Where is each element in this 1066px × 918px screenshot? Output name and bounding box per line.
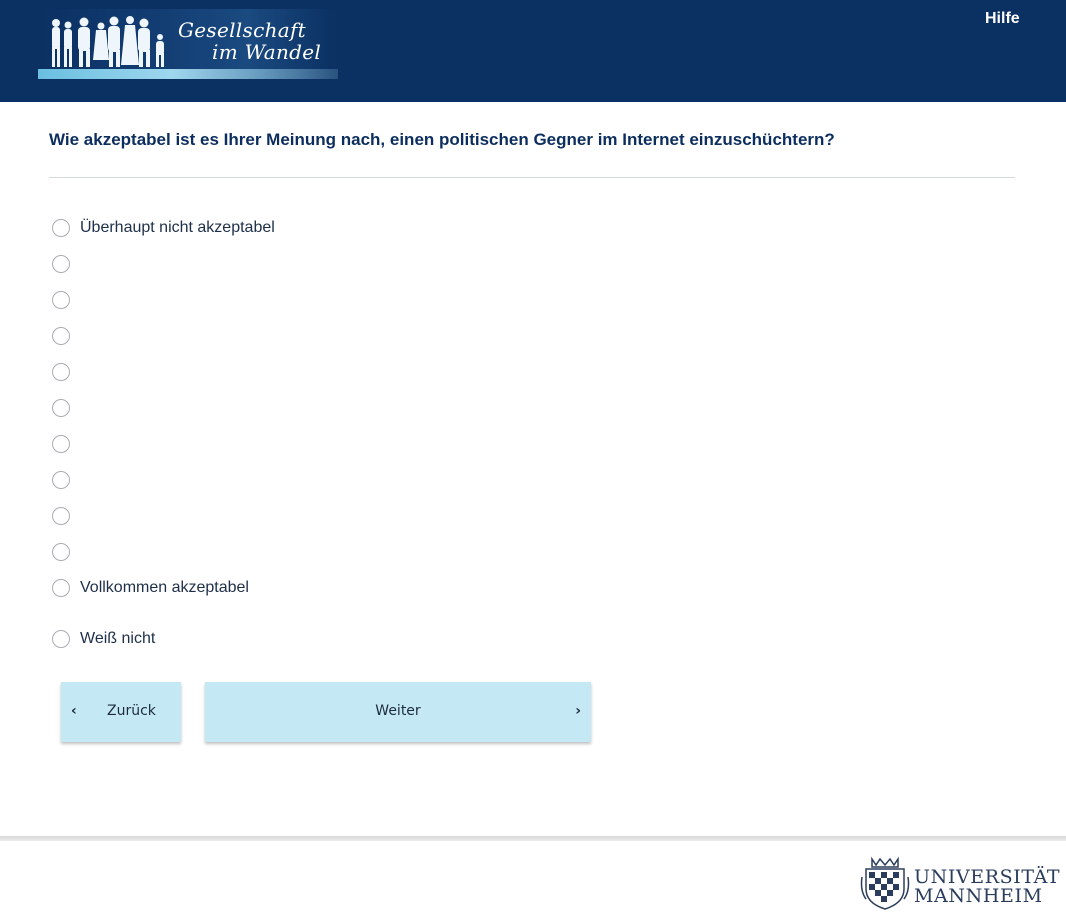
- back-button[interactable]: ‹ Zurück: [61, 682, 181, 742]
- next-button[interactable]: Weiter ›: [205, 682, 591, 742]
- option-6[interactable]: [52, 398, 80, 418]
- radio-button[interactable]: [52, 399, 70, 417]
- option-1[interactable]: Überhaupt nicht akzeptabel: [52, 218, 275, 238]
- option-2[interactable]: [52, 254, 80, 274]
- footer-divider: [0, 836, 1066, 841]
- option-9[interactable]: [52, 506, 80, 526]
- option-label: Vollkommen akzeptabel: [80, 579, 249, 596]
- option-label: Weiß nicht: [80, 630, 156, 647]
- university-name: UNIVERSITÄT MANNHEIM: [914, 868, 1060, 906]
- chevron-left-icon: ‹: [71, 703, 77, 719]
- radio-button[interactable]: [52, 579, 70, 597]
- logo-text-line2: im Wandel: [212, 40, 322, 64]
- logo-text: Gesellschaft im Wandel: [178, 19, 334, 63]
- help-link[interactable]: Hilfe: [985, 10, 1020, 28]
- back-button-label: Zurück: [107, 703, 156, 719]
- radio-button[interactable]: [52, 507, 70, 525]
- radio-button[interactable]: [52, 543, 70, 561]
- university-name-line2: MANNHEIM: [914, 885, 1043, 907]
- radio-button[interactable]: [52, 219, 70, 237]
- option-5[interactable]: [52, 362, 80, 382]
- option-dont-know[interactable]: Weiß nicht: [52, 629, 155, 649]
- radio-button[interactable]: [52, 255, 70, 273]
- radio-button[interactable]: [52, 471, 70, 489]
- university-crest-icon: [860, 856, 910, 910]
- gesellschaft-im-wandel-logo: Gesellschaft im Wandel: [38, 9, 338, 79]
- radio-button[interactable]: [52, 363, 70, 381]
- radio-button[interactable]: [52, 630, 70, 648]
- option-11[interactable]: Vollkommen akzeptabel: [52, 578, 249, 598]
- radio-button[interactable]: [52, 327, 70, 345]
- option-7[interactable]: [52, 434, 80, 454]
- option-8[interactable]: [52, 470, 80, 490]
- option-3[interactable]: [52, 290, 80, 310]
- option-4[interactable]: [52, 326, 80, 346]
- next-button-label: Weiter: [375, 703, 421, 719]
- option-label: Überhaupt nicht akzeptabel: [80, 219, 275, 236]
- logo-text-line1: Gesellschaft: [178, 18, 307, 42]
- header-bar: Gesellschaft im Wandel Hilfe: [0, 0, 1066, 102]
- radio-button[interactable]: [52, 435, 70, 453]
- radio-button[interactable]: [52, 291, 70, 309]
- question-title: Wie akzeptabel ist es Ihrer Meinung nach…: [49, 130, 835, 149]
- option-10[interactable]: [52, 542, 80, 562]
- chevron-right-icon: ›: [575, 703, 581, 719]
- universitaet-mannheim-logo: UNIVERSITÄT MANNHEIM: [860, 855, 1060, 911]
- people-silhouettes-icon: [52, 16, 164, 67]
- question-divider: [49, 177, 1015, 178]
- logo-stripe: [38, 69, 338, 79]
